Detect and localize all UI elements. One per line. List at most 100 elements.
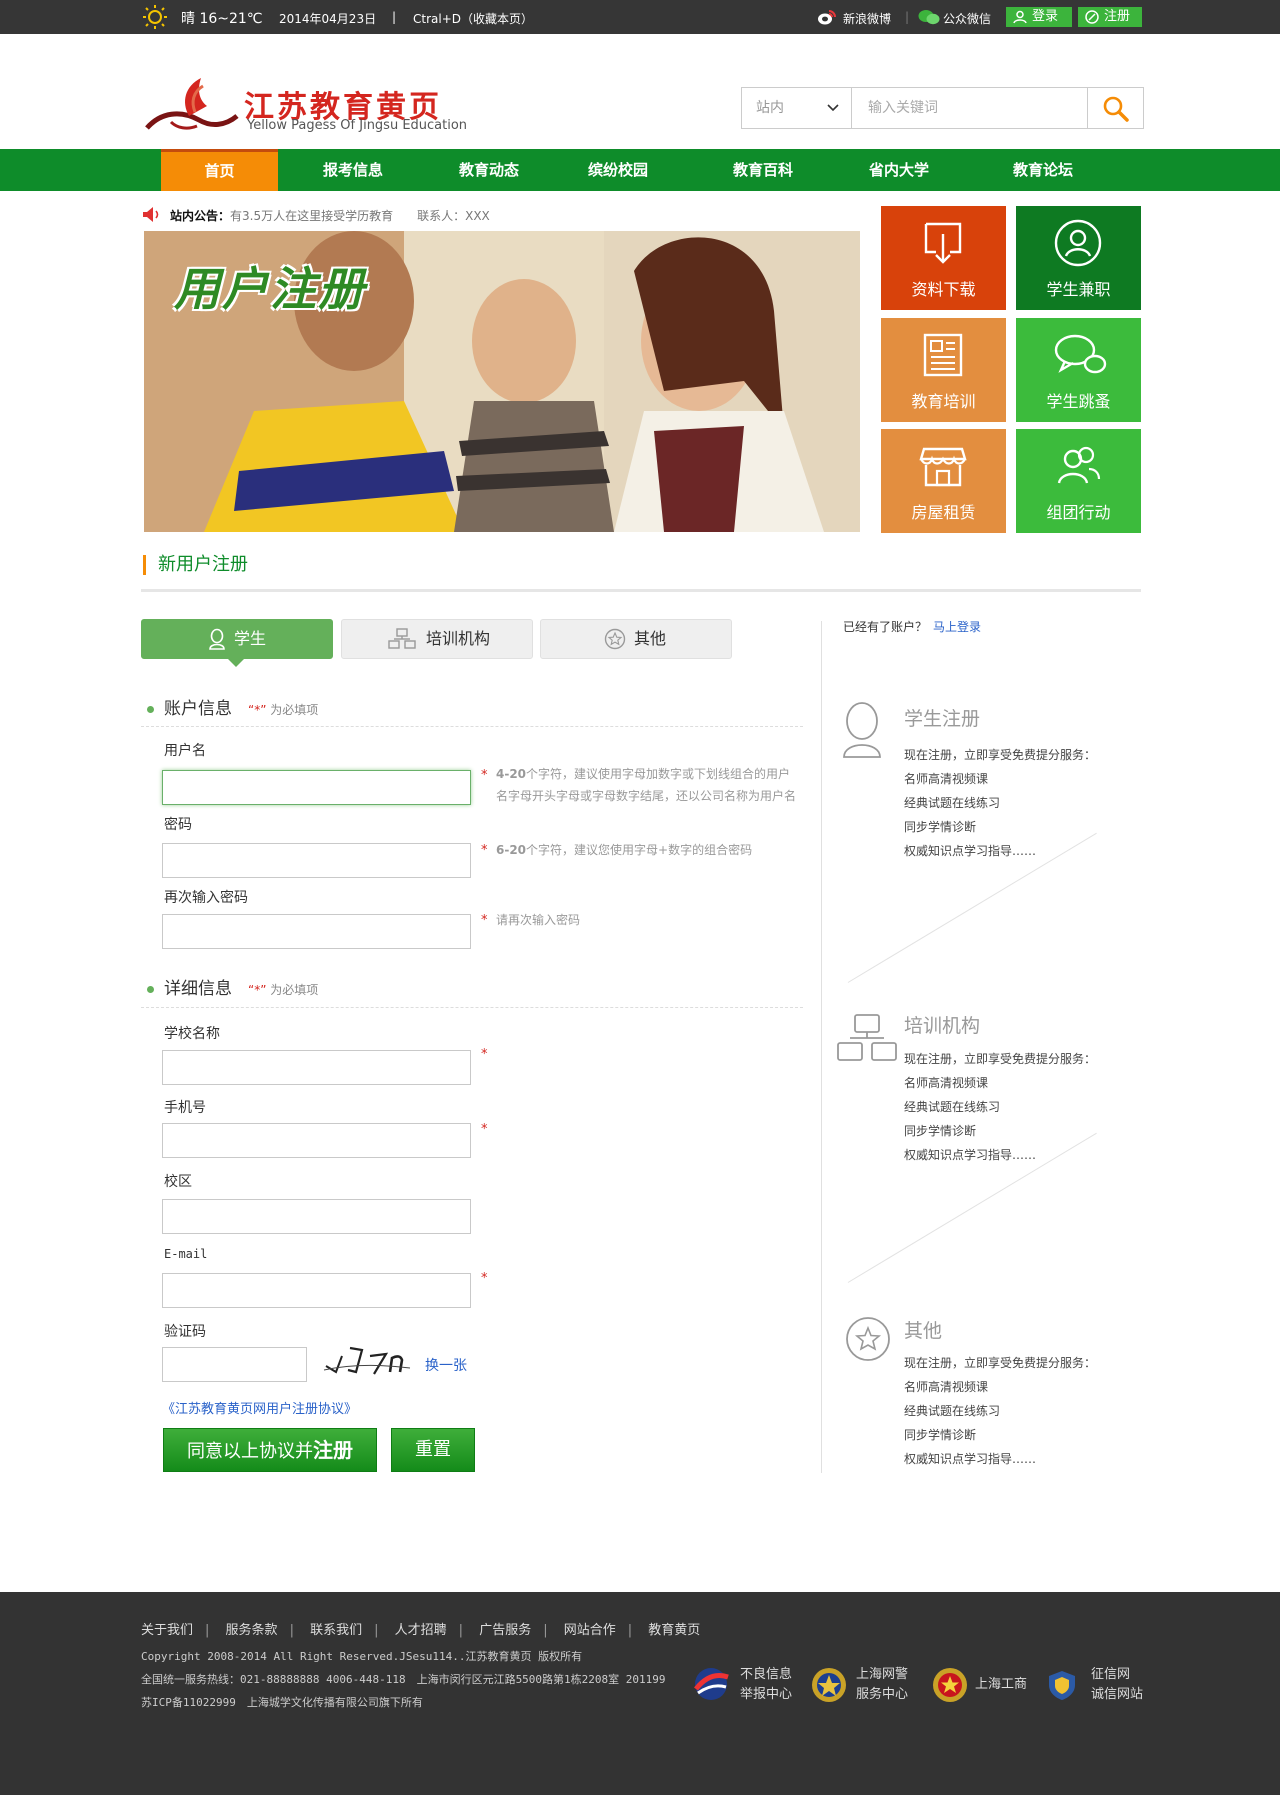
tile-label: 教育培训: [911, 392, 976, 411]
login-now-link[interactable]: 马上登录: [933, 620, 981, 634]
side-list-item: 经典试题在线练习: [904, 1100, 1001, 1114]
hotline-text: 全国统一服务热线：021-88888888 4006-448-118 上海市闵行…: [141, 1673, 666, 1686]
wechat-link[interactable]: 公众微信: [943, 10, 991, 27]
weibo-link[interactable]: 新浪微博: [843, 10, 891, 27]
footer-link[interactable]: 联系我们: [310, 1623, 362, 1638]
bullet-dot: [147, 705, 154, 713]
nav-item-edu-news[interactable]: 教育动态: [441, 149, 537, 191]
badge-credit[interactable]: 征信网 诚信网站: [1047, 1665, 1147, 1705]
badge-line: 诚信网站: [1091, 1687, 1144, 1702]
agree-register-button[interactable]: 同意以上协议并注册: [163, 1428, 377, 1472]
tile-group-action[interactable]: 组团行动: [1016, 429, 1141, 533]
nav-item-forum[interactable]: 教育论坛: [995, 149, 1091, 191]
badge-line: 上海网警: [856, 1667, 909, 1682]
nav-item-encyclopedia[interactable]: 教育百科: [715, 149, 811, 191]
reset-button[interactable]: 重置: [391, 1428, 475, 1472]
side-list-item: 经典试题在线练习: [904, 796, 1001, 810]
footer-link[interactable]: 关于我们: [141, 1623, 193, 1638]
tile-training[interactable]: 教育培训: [881, 318, 1006, 422]
username-field[interactable]: [162, 770, 471, 805]
logo-subtitle: Yellow Pagess Of Jingsu Education: [247, 118, 468, 133]
main-nav: 首页 报考信息 教育动态 缤纷校园 教育百科 省内大学 教育论坛: [0, 149, 1280, 191]
tab-other[interactable]: 其他: [540, 619, 732, 659]
side-title-other: 其他: [904, 1320, 943, 1342]
user-icon: [1013, 10, 1027, 24]
button-text: 同意以上协议并: [187, 1441, 313, 1462]
badge-line: 征信网: [1091, 1667, 1131, 1682]
tab-training-org[interactable]: 培训机构: [341, 619, 533, 659]
side-list-item: 同步学情诊断: [904, 820, 977, 834]
side-list-item: 名师高清视频课: [904, 772, 989, 786]
captcha-field[interactable]: [162, 1347, 307, 1382]
agreement-link[interactable]: 《江苏教育黄页网用户注册协议》: [162, 1398, 357, 1417]
register-button[interactable]: 注册: [1078, 7, 1142, 27]
footer-link[interactable]: 服务条款: [226, 1623, 278, 1638]
nav-item-campus[interactable]: 缤纷校园: [570, 149, 666, 191]
email-label: E-mail: [164, 1247, 208, 1261]
tile-flea-market[interactable]: 学生跳蚤: [1016, 318, 1141, 422]
tile-part-time[interactable]: 学生兼职: [1016, 206, 1141, 310]
captcha-refresh-link[interactable]: 换一张: [425, 1355, 467, 1375]
phone-label: 手机号: [164, 1100, 206, 1116]
banner-title: 用户注册: [174, 262, 366, 316]
user-circle-icon: [1054, 219, 1102, 267]
username-hint: 4-20个字符，建议使用字母加数字或下划线组合的用户名字母开头字母或字母数字结尾…: [496, 763, 802, 807]
required-star: *: [481, 768, 488, 783]
org-chart-icon: [837, 1014, 897, 1061]
sun-icon: [143, 5, 167, 29]
footer-links: 关于我们 | 服务条款 | 联系我们 | 人才招聘 | 广告服务 | 网站合作 | 教育黄页: [141, 1623, 701, 1638]
footer-link[interactable]: 网站合作: [564, 1623, 616, 1638]
footer-link[interactable]: 人才招聘: [395, 1623, 447, 1638]
active-tab-indicator: [227, 658, 245, 667]
side-list-item: 现在注册，立即享受免费提分服务：: [904, 1356, 1097, 1370]
badge-police[interactable]: 上海网警 服务中心: [809, 1665, 919, 1705]
nav-item-universities[interactable]: 省内大学: [851, 149, 947, 191]
bookmark-hint[interactable]: Ctral+D（收藏本页）: [413, 10, 533, 27]
tab-student[interactable]: 学生: [141, 619, 333, 659]
password-field[interactable]: [162, 843, 471, 878]
tile-label: 学生兼职: [1046, 280, 1111, 299]
phone-field[interactable]: [162, 1123, 471, 1158]
tile-downloads[interactable]: 资料下载: [881, 206, 1006, 310]
search-bar: 站内 输入关键词: [741, 87, 1144, 129]
hint-bold: 6-20: [496, 843, 527, 857]
login-button[interactable]: 登录: [1006, 7, 1072, 27]
nav-item-home[interactable]: 首页: [161, 149, 278, 191]
dashed-divider: [141, 726, 803, 727]
search-scope-select[interactable]: 站内: [742, 88, 852, 128]
badge-line: 举报中心: [740, 1687, 793, 1702]
badge-report-center[interactable]: 不良信息 举报中心: [690, 1665, 800, 1705]
report-center-icon: [694, 1668, 729, 1700]
nav-item-exam-info[interactable]: 报考信息: [305, 149, 401, 191]
footer-link[interactable]: 教育黄页: [648, 1623, 700, 1638]
logo-mark-icon: [145, 78, 239, 130]
password-confirm-field[interactable]: [162, 914, 471, 949]
star-circle-icon: [604, 628, 626, 650]
page-title: 新用户注册: [143, 555, 248, 575]
side-list-item: 现在注册，立即享受免费提分服务：: [904, 748, 1097, 762]
tile-label: 组团行动: [1046, 503, 1111, 522]
required-star: *: [481, 1047, 488, 1062]
school-field[interactable]: [162, 1050, 471, 1085]
bullet-dot: [147, 985, 154, 993]
weibo-icon: [818, 10, 836, 25]
badge-commerce[interactable]: 上海工商: [930, 1668, 1040, 1702]
edit-circle-icon: [1085, 10, 1099, 24]
search-button[interactable]: [1087, 88, 1143, 128]
email-field[interactable]: [162, 1273, 471, 1308]
footer-link[interactable]: 广告服务: [479, 1623, 531, 1638]
tile-housing[interactable]: 房屋租赁: [881, 429, 1006, 533]
badge-line: 服务中心: [856, 1687, 909, 1702]
credit-shield-icon: [1049, 1671, 1075, 1700]
search-input[interactable]: 输入关键词: [852, 88, 1098, 128]
side-list-item: 权威知识点学习指导……: [904, 1452, 1037, 1466]
password-confirm-hint: 请再次输入密码: [496, 913, 581, 927]
tile-label: 学生跳蚤: [1046, 392, 1111, 411]
dashed-divider: [141, 1007, 803, 1008]
badge-line: 上海工商: [975, 1677, 1028, 1692]
campus-field[interactable]: [162, 1199, 471, 1234]
required-star: *: [481, 1122, 488, 1137]
download-icon: [924, 222, 962, 264]
tab-label: 其他: [634, 629, 667, 648]
captcha-image[interactable]: [322, 1342, 412, 1380]
